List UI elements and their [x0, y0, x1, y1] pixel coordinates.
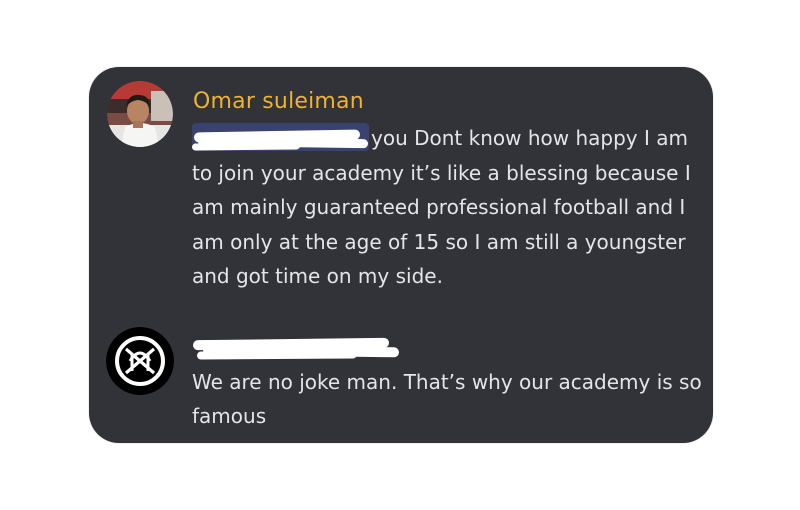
- avatar-photo-icon: [107, 81, 173, 147]
- username-redacted[interactable]: [192, 337, 400, 361]
- user-avatar-photo[interactable]: [107, 81, 173, 147]
- mention-redacted[interactable]: [191, 123, 369, 151]
- message-content: We are no joke man. That’s why our acade…: [192, 370, 702, 428]
- academy-logo-icon: [106, 327, 174, 395]
- username[interactable]: Omar suleiman: [193, 89, 364, 114]
- chat-card: Omar suleiman you Dont know how happy I …: [89, 67, 713, 443]
- message-content: you Dont know how happy I am to join you…: [191, 121, 702, 294]
- academy-avatar[interactable]: [106, 327, 174, 395]
